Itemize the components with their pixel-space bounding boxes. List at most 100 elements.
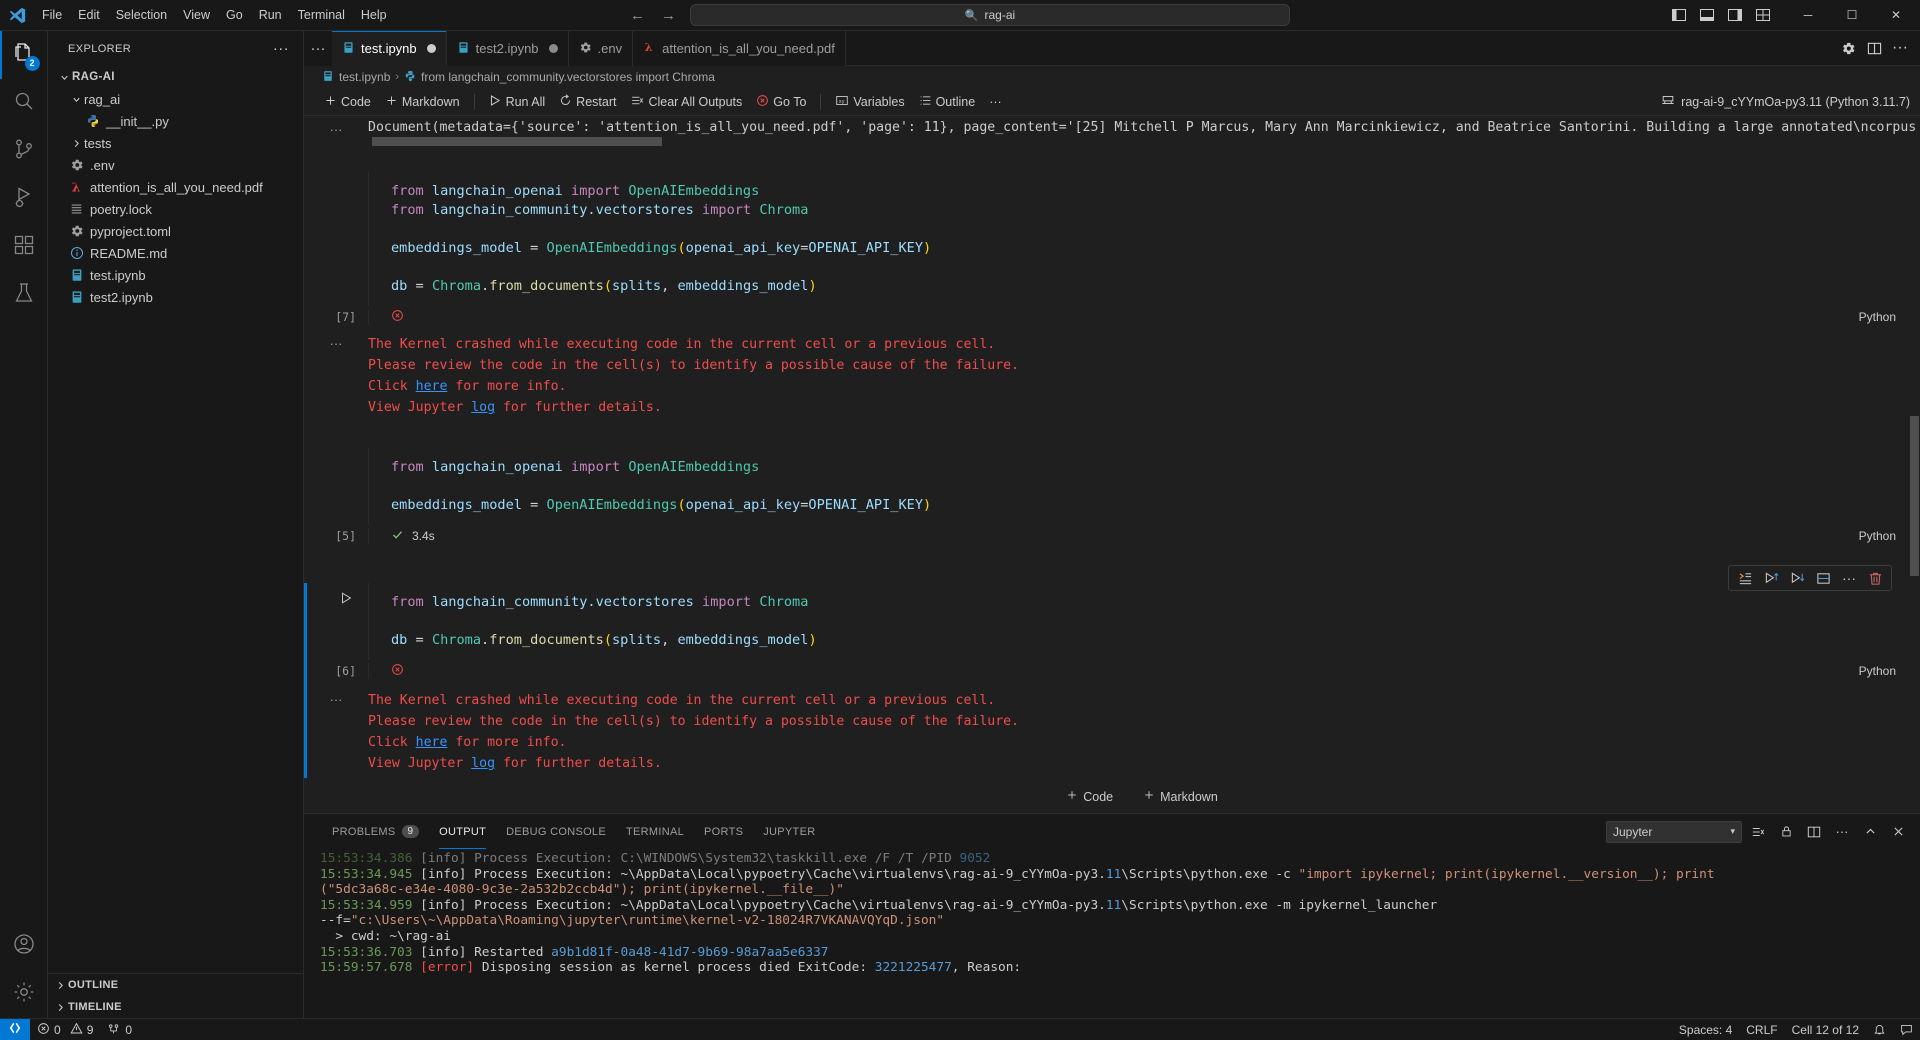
menu-run[interactable]: Run bbox=[251, 0, 290, 30]
outline-button[interactable]: Outline bbox=[913, 92, 982, 112]
panel-tab-debug-console[interactable]: DEBUG CONSOLE bbox=[496, 814, 616, 849]
cell-code-editor[interactable]: from langchain_openai import OpenAIEmbed… bbox=[368, 172, 1920, 306]
notebook-more-actions-icon[interactable]: ··· bbox=[983, 93, 1008, 111]
menu-selection[interactable]: Selection bbox=[108, 0, 175, 30]
notebook-vertical-scrollbar[interactable] bbox=[1910, 116, 1920, 813]
more-icon[interactable]: ··· bbox=[1837, 567, 1861, 589]
output-horizontal-scrollbar[interactable] bbox=[372, 137, 672, 146]
delete-icon[interactable] bbox=[1863, 567, 1887, 589]
activitybar-item-extensions[interactable] bbox=[0, 223, 48, 271]
run-all-button[interactable]: Run All bbox=[483, 92, 552, 112]
error-circle-icon[interactable] bbox=[391, 309, 404, 325]
tree-item-test-ipynb[interactable]: test.ipynb bbox=[48, 264, 303, 286]
add-code-cell-button[interactable]: Code bbox=[318, 92, 377, 112]
notebook-cell[interactable]: from langchain_openai import OpenAIEmbed… bbox=[304, 448, 1920, 525]
toggle-secondary-sidebar-icon[interactable] bbox=[1722, 2, 1748, 28]
add-code-cell-button[interactable]: Code bbox=[1056, 786, 1123, 807]
activitybar-item-manage[interactable] bbox=[0, 970, 48, 1018]
panel-tab-output[interactable]: OUTPUT bbox=[429, 814, 496, 849]
tree-item-test2-ipynb[interactable]: test2.ipynb bbox=[48, 286, 303, 308]
activitybar-item-run-and-debug[interactable] bbox=[0, 175, 48, 223]
window-minimize-button[interactable]: ─ bbox=[1786, 0, 1830, 31]
panel-more-actions-icon[interactable]: ··· bbox=[1830, 820, 1854, 844]
feedback-icon[interactable] bbox=[1893, 1019, 1920, 1040]
tab-test-ipynb[interactable]: test.ipynb bbox=[332, 31, 447, 66]
panel-tab-problems[interactable]: PROBLEMS 9 bbox=[322, 814, 429, 849]
panel-tab-ports[interactable]: PORTS bbox=[694, 814, 753, 849]
tree-item-readme-md[interactable]: README.md bbox=[48, 242, 303, 264]
tab-dirty-indicator[interactable] bbox=[548, 44, 558, 53]
panel-tab-jupyter[interactable]: JUPYTER bbox=[753, 814, 825, 849]
panel-tab-terminal[interactable]: TERMINAL bbox=[616, 814, 694, 849]
activitybar-item-search[interactable] bbox=[0, 79, 48, 127]
tree-item-pyproject-toml[interactable]: pyproject.toml bbox=[48, 220, 303, 242]
output-panel-body[interactable]: 15:53:34.386 [info] Process Execution: C… bbox=[304, 849, 1920, 1018]
output-channel-select[interactable]: Jupyter ▾ bbox=[1606, 820, 1742, 843]
command-center[interactable]: 🔍 rag-ai bbox=[690, 4, 1290, 26]
run-below-icon[interactable] bbox=[1785, 567, 1809, 589]
tree-item-rag_ai[interactable]: rag_ai bbox=[48, 88, 303, 110]
menu-edit[interactable]: Edit bbox=[70, 0, 108, 30]
output-more-icon[interactable]: ··· bbox=[304, 334, 368, 418]
tab-dirty-indicator[interactable] bbox=[426, 44, 436, 53]
tree-item-attention-pdf[interactable]: λ attention_is_all_you_need.pdf bbox=[48, 176, 303, 198]
chevron-up-icon[interactable] bbox=[1858, 820, 1882, 844]
activitybar-item-source-control[interactable] bbox=[0, 127, 48, 175]
run-above-icon[interactable] bbox=[1759, 567, 1783, 589]
split-editor-icon[interactable] bbox=[1862, 36, 1886, 60]
settings-gear-icon[interactable] bbox=[1836, 36, 1860, 60]
menu-view[interactable]: View bbox=[175, 0, 218, 30]
error-circle-icon[interactable] bbox=[391, 663, 404, 679]
cell-run-button[interactable] bbox=[324, 583, 368, 660]
more-actions-icon[interactable]: ··· bbox=[1888, 36, 1912, 60]
notebook-cell-selected[interactable]: ··· from langchain_community.vectorstore… bbox=[304, 565, 1920, 660]
ports-status[interactable]: 0 bbox=[100, 1019, 139, 1040]
tab-attention-pdf[interactable]: λ attention_is_all_you_need.pdf bbox=[633, 31, 846, 66]
lock-scroll-icon[interactable] bbox=[1774, 820, 1798, 844]
cell-run-button[interactable] bbox=[324, 172, 368, 306]
log-link[interactable]: log bbox=[471, 756, 495, 771]
toggle-primary-sidebar-icon[interactable] bbox=[1666, 2, 1692, 28]
add-markdown-cell-button[interactable]: Markdown bbox=[379, 92, 466, 112]
output-more-icon[interactable]: ··· bbox=[304, 690, 368, 774]
back-icon[interactable]: ← bbox=[630, 7, 645, 24]
output-more-icon[interactable]: ··· bbox=[304, 120, 368, 137]
log-link[interactable]: log bbox=[471, 400, 495, 415]
sidebar-more-actions-icon[interactable]: ··· bbox=[267, 40, 295, 57]
go-to-button[interactable]: Go To bbox=[750, 92, 812, 112]
notebook-cell[interactable]: from langchain_openai import OpenAIEmbed… bbox=[304, 172, 1920, 306]
cell-position-status[interactable]: Cell 12 of 12 bbox=[1785, 1019, 1866, 1040]
tabs-overflow-icon[interactable]: ··· bbox=[304, 31, 332, 66]
variables-button[interactable]: xy Variables bbox=[829, 92, 910, 112]
scrollbar-thumb[interactable] bbox=[1910, 416, 1919, 576]
activitybar-item-explorer[interactable]: 2 bbox=[0, 31, 48, 79]
scrollbar-thumb[interactable] bbox=[372, 137, 662, 146]
breadcrumb-file[interactable]: test.ipynb bbox=[339, 70, 390, 84]
tree-item-tests[interactable]: tests bbox=[48, 132, 303, 154]
menu-help[interactable]: Help bbox=[353, 0, 395, 30]
sidebar-section-timeline[interactable]: TIMELINE bbox=[48, 996, 303, 1018]
tab-test2-ipynb[interactable]: test2.ipynb bbox=[446, 31, 569, 66]
menu-terminal[interactable]: Terminal bbox=[290, 0, 353, 30]
menu-file[interactable]: File bbox=[34, 0, 70, 30]
cell-run-button[interactable] bbox=[324, 448, 368, 525]
kernel-selector[interactable]: rag-ai-9_cYYmOa-py3.11 (Python 3.11.7) bbox=[1651, 91, 1920, 112]
run-by-line-icon[interactable] bbox=[1733, 567, 1757, 589]
here-link[interactable]: here bbox=[416, 379, 448, 394]
close-icon[interactable] bbox=[1886, 820, 1910, 844]
tree-root-rag-ai[interactable]: RAG-AI bbox=[48, 66, 303, 88]
problems-status[interactable]: 0 9 bbox=[30, 1019, 100, 1040]
notebook-editor[interactable]: ··· Document(metadata={'source': 'attent… bbox=[304, 116, 1920, 813]
clear-all-outputs-button[interactable]: Clear All Outputs bbox=[624, 92, 748, 112]
cell-code-editor[interactable]: from langchain_openai import OpenAIEmbed… bbox=[368, 448, 1920, 525]
split-cell-icon[interactable] bbox=[1811, 567, 1835, 589]
window-close-button[interactable]: ✕ bbox=[1874, 0, 1918, 31]
here-link[interactable]: here bbox=[416, 735, 448, 750]
tree-item-poetry-lock[interactable]: poetry.lock bbox=[48, 198, 303, 220]
restart-kernel-button[interactable]: Restart bbox=[553, 92, 622, 112]
activitybar-item-accounts[interactable] bbox=[0, 922, 48, 970]
add-markdown-cell-button[interactable]: Markdown bbox=[1133, 786, 1228, 807]
window-maximize-button[interactable]: ☐ bbox=[1830, 0, 1874, 31]
clear-output-icon[interactable] bbox=[1746, 820, 1770, 844]
tree-item-init-py[interactable]: __init__.py bbox=[48, 110, 303, 132]
